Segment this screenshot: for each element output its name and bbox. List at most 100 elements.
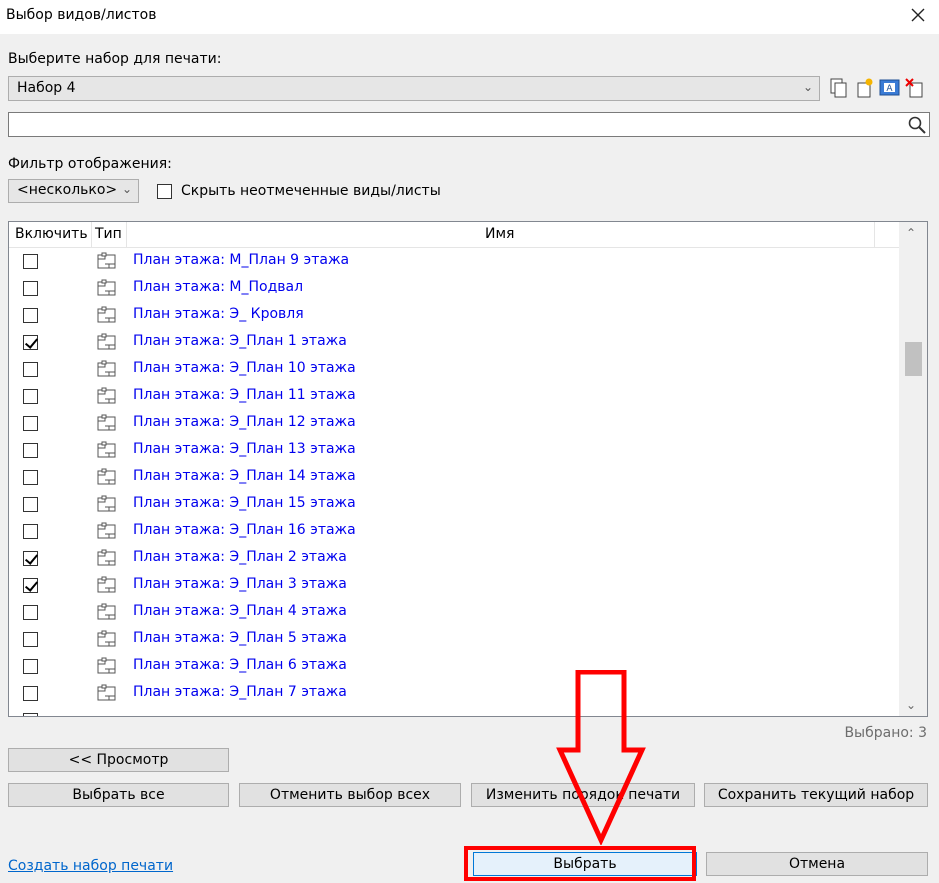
delete-set-icon[interactable] bbox=[904, 77, 926, 99]
floor-plan-icon bbox=[97, 549, 116, 566]
include-checkbox[interactable] bbox=[23, 443, 38, 458]
header-type[interactable]: Тип bbox=[95, 226, 122, 242]
window-title: Выбор видов/листов bbox=[6, 7, 157, 23]
view-name[interactable]: План этажа: Э_План 7 этажа bbox=[133, 684, 347, 700]
selected-count: Выбрано: 3 bbox=[844, 725, 927, 741]
view-name[interactable]: План этажа: Э_План 10 этажа bbox=[133, 360, 356, 376]
table-row[interactable]: План этажа: М_Подвал bbox=[9, 275, 899, 302]
view-name[interactable]: План этажа: Э_План 14 этажа bbox=[133, 468, 356, 484]
include-checkbox[interactable] bbox=[23, 713, 38, 716]
copy-set-icon[interactable] bbox=[828, 77, 850, 99]
header-name[interactable]: Имя bbox=[485, 226, 514, 242]
include-checkbox[interactable] bbox=[23, 524, 38, 539]
floor-plan-icon bbox=[97, 360, 116, 377]
include-checkbox[interactable] bbox=[23, 497, 38, 512]
table-row[interactable]: План этажа: Э_План 2 этажа bbox=[9, 545, 899, 572]
hide-unchecked-checkbox[interactable] bbox=[157, 184, 172, 199]
table-row[interactable]: План этажа: Э_План 15 этажа bbox=[9, 491, 899, 518]
view-name[interactable]: План этажа: Э_План 4 этажа bbox=[133, 603, 347, 619]
table-row[interactable]: План этажа: Э_План 6 этажа bbox=[9, 653, 899, 680]
table-row[interactable]: План этажа: Э_План 5 этажа bbox=[9, 626, 899, 653]
table-row-partial bbox=[9, 707, 899, 716]
close-icon[interactable] bbox=[905, 2, 931, 28]
table-row[interactable]: План этажа: Э_План 4 этажа bbox=[9, 599, 899, 626]
include-checkbox[interactable] bbox=[23, 551, 38, 566]
include-checkbox[interactable] bbox=[23, 389, 38, 404]
search-input[interactable] bbox=[8, 112, 930, 137]
floor-plan-icon bbox=[97, 468, 116, 485]
table-row[interactable]: План этажа: Э_План 13 этажа bbox=[9, 437, 899, 464]
floor-plan-icon bbox=[97, 306, 116, 323]
table-row[interactable]: План этажа: Э_План 12 этажа bbox=[9, 410, 899, 437]
view-name[interactable]: План этажа: М_План 9 этажа bbox=[133, 252, 349, 268]
table-row[interactable]: План этажа: Э_План 14 этажа bbox=[9, 464, 899, 491]
view-name[interactable]: План этажа: Э_План 1 этажа bbox=[133, 333, 347, 349]
include-checkbox[interactable] bbox=[23, 281, 38, 296]
scrollbar-thumb[interactable] bbox=[905, 342, 922, 376]
select-all-button[interactable]: Выбрать все bbox=[8, 783, 229, 807]
search-icon[interactable] bbox=[907, 115, 927, 135]
include-checkbox[interactable] bbox=[23, 659, 38, 674]
view-name[interactable]: План этажа: Э_План 3 этажа bbox=[133, 576, 347, 592]
view-name[interactable]: План этажа: Э_План 15 этажа bbox=[133, 495, 356, 511]
new-set-icon[interactable] bbox=[853, 77, 875, 99]
floor-plan-icon bbox=[97, 414, 116, 431]
table-row[interactable]: План этажа: Э_План 7 этажа bbox=[9, 680, 899, 707]
view-name[interactable]: План этажа: Э_План 13 этажа bbox=[133, 441, 356, 457]
views-table: Включить Тип Имя План этажа: М_План 9 эт… bbox=[8, 221, 928, 717]
include-checkbox[interactable] bbox=[23, 686, 38, 701]
print-set-value: Набор 4 bbox=[17, 80, 76, 96]
table-row[interactable]: План этажа: Э_ Кровля bbox=[9, 302, 899, 329]
cancel-button[interactable]: Отмена bbox=[706, 852, 928, 876]
view-name[interactable]: План этажа: М_Подвал bbox=[133, 279, 303, 295]
view-name[interactable]: План этажа: Э_План 16 этажа bbox=[133, 522, 356, 538]
vertical-scrollbar[interactable]: ⌃ ⌄ bbox=[899, 222, 927, 716]
view-name[interactable]: План этажа: Э_План 5 этажа bbox=[133, 630, 347, 646]
floor-plan-icon bbox=[97, 522, 116, 539]
include-checkbox[interactable] bbox=[23, 578, 38, 593]
include-checkbox[interactable] bbox=[23, 362, 38, 377]
view-name[interactable]: План этажа: Э_План 6 этажа bbox=[133, 657, 347, 673]
title-bar: Выбор видов/листов bbox=[0, 0, 939, 34]
floor-plan-icon bbox=[97, 684, 116, 701]
table-row[interactable]: План этажа: Э_План 1 этажа bbox=[9, 329, 899, 356]
floor-plan-icon bbox=[97, 603, 116, 620]
table-header: Включить Тип Имя bbox=[9, 222, 899, 248]
floor-plan-icon bbox=[97, 576, 116, 593]
floor-plan-icon bbox=[97, 252, 116, 269]
include-checkbox[interactable] bbox=[23, 470, 38, 485]
include-checkbox[interactable] bbox=[23, 632, 38, 647]
include-checkbox[interactable] bbox=[23, 308, 38, 323]
rename-set-icon[interactable]: A bbox=[879, 77, 901, 99]
scroll-down-icon[interactable]: ⌄ bbox=[906, 698, 916, 712]
view-name[interactable]: План этажа: Э_План 2 этажа bbox=[133, 549, 347, 565]
header-include[interactable]: Включить bbox=[15, 226, 88, 242]
view-name[interactable]: План этажа: Э_ Кровля bbox=[133, 306, 304, 322]
preview-button[interactable]: << Просмотр bbox=[8, 748, 229, 772]
scroll-up-icon[interactable]: ⌃ bbox=[906, 226, 916, 240]
table-row[interactable]: План этажа: Э_План 3 этажа bbox=[9, 572, 899, 599]
table-row[interactable]: План этажа: Э_План 16 этажа bbox=[9, 518, 899, 545]
print-set-dropdown[interactable]: Набор 4 ⌄ bbox=[8, 76, 820, 101]
view-name[interactable]: План этажа: Э_План 12 этажа bbox=[133, 414, 356, 430]
include-checkbox[interactable] bbox=[23, 335, 38, 350]
filter-dropdown[interactable]: <несколько> ⌄ bbox=[8, 179, 139, 203]
include-checkbox[interactable] bbox=[23, 605, 38, 620]
save-current-set-button[interactable]: Сохранить текущий набор bbox=[704, 783, 928, 807]
floor-plan-icon bbox=[97, 279, 116, 296]
table-row[interactable]: План этажа: М_План 9 этажа bbox=[9, 248, 899, 275]
table-row[interactable]: План этажа: Э_План 10 этажа bbox=[9, 356, 899, 383]
floor-plan-icon bbox=[97, 630, 116, 647]
create-print-set-link[interactable]: Создать набор печати bbox=[8, 858, 173, 874]
include-checkbox[interactable] bbox=[23, 254, 38, 269]
deselect-all-button[interactable]: Отменить выбор всех bbox=[239, 783, 461, 807]
highlight-box bbox=[464, 846, 696, 881]
table-row[interactable]: План этажа: Э_План 11 этажа bbox=[9, 383, 899, 410]
view-name[interactable]: План этажа: Э_План 11 этажа bbox=[133, 387, 356, 403]
chevron-down-icon: ⌄ bbox=[802, 80, 813, 94]
red-arrow-icon bbox=[556, 670, 646, 845]
floor-plan-icon bbox=[97, 657, 116, 674]
table-rows: План этажа: М_План 9 этажа План этажа: М_… bbox=[9, 248, 899, 716]
include-checkbox[interactable] bbox=[23, 416, 38, 431]
floor-plan-icon bbox=[97, 495, 116, 512]
